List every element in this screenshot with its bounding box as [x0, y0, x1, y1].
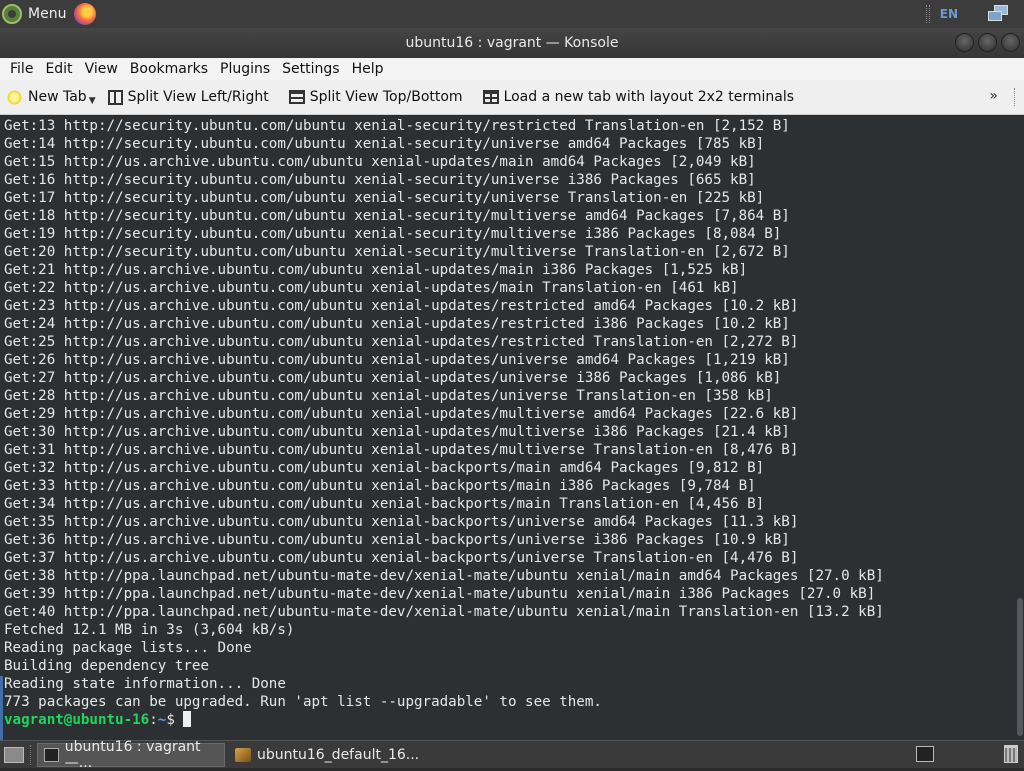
- terminal-line: Get:21 http://us.archive.ubuntu.com/ubun…: [4, 262, 748, 278]
- terminal-line: Get:35 http://us.archive.ubuntu.com/ubun…: [4, 514, 799, 530]
- top-panel: Menu EN: [0, 0, 1024, 28]
- split-top-bottom-label: Split View Top/Bottom: [309, 89, 463, 105]
- terminal-line: Get:40 http://ppa.launchpad.net/ubuntu-m…: [4, 604, 884, 620]
- terminal-line: Get:39 http://ppa.launchpad.net/ubuntu-m…: [4, 586, 876, 602]
- layout-2x2-label: Load a new tab with layout 2x2 terminals: [503, 89, 795, 105]
- terminal-line: Get:32 http://us.archive.ubuntu.com/ubun…: [4, 460, 765, 476]
- terminal-tray-icon[interactable]: [916, 746, 934, 762]
- terminal-prompt-line: vagrant@ubuntu-16:~$: [4, 711, 1024, 729]
- menu-view[interactable]: View: [79, 61, 124, 77]
- terminal-line: Reading package lists... Done: [4, 640, 252, 656]
- terminal-line: Get:27 http://us.archive.ubuntu.com/ubun…: [4, 370, 782, 386]
- terminal-line: Get:22 http://us.archive.ubuntu.com/ubun…: [4, 280, 739, 296]
- toolbar: New Tab ▼ Split View Left/Right Split Vi…: [0, 80, 1024, 115]
- close-button[interactable]: [1001, 33, 1020, 52]
- terminal-line: Fetched 12.1 MB in 3s (3,604 kB/s): [4, 622, 295, 638]
- show-desktop-icon[interactable]: [4, 746, 24, 763]
- terminal-line: Building dependency tree: [4, 658, 209, 674]
- terminal-line: Get:36 http://us.archive.ubuntu.com/ubun…: [4, 532, 790, 548]
- terminal-line: Get:30 http://us.archive.ubuntu.com/ubun…: [4, 424, 790, 440]
- virtualbox-icon: [235, 747, 251, 762]
- terminal-cursor: [183, 711, 192, 727]
- prompt-symbol: $: [166, 712, 184, 728]
- terminal-marker-bar: [0, 676, 3, 740]
- window-title: ubuntu16 : vagrant — Konsole: [405, 35, 619, 51]
- taskbar-separator: [30, 744, 33, 765]
- main-menu-label: Menu: [28, 6, 67, 22]
- terminal-line: Get:16 http://security.ubuntu.com/ubuntu…: [4, 172, 756, 188]
- terminal-line: Get:33 http://us.archive.ubuntu.com/ubun…: [4, 478, 756, 494]
- terminal-line: Get:14 http://security.ubuntu.com/ubuntu…: [4, 136, 765, 152]
- terminal-output[interactable]: Get:13 http://security.ubuntu.com/ubuntu…: [0, 116, 1024, 740]
- terminal-scrollbar[interactable]: [1014, 116, 1024, 740]
- menubar: File Edit View Bookmarks Plugins Setting…: [0, 58, 1024, 80]
- firefox-launcher-icon[interactable]: [74, 3, 97, 25]
- split-view-top-bottom-button[interactable]: Split View Top/Bottom: [288, 89, 463, 105]
- terminal-line: 773 packages can be upgraded. Run 'apt l…: [4, 694, 602, 710]
- terminal-line: Get:26 http://us.archive.ubuntu.com/ubun…: [4, 352, 790, 368]
- toolbar-overflow-icon[interactable]: »: [989, 88, 998, 104]
- menu-help[interactable]: Help: [346, 61, 390, 77]
- konsole-icon: [44, 747, 59, 762]
- menu-settings[interactable]: Settings: [276, 61, 345, 77]
- task-label: ubuntu16 : vagrant —...: [64, 738, 201, 771]
- split-view-left-right-button[interactable]: Split View Left/Right: [107, 89, 269, 105]
- terminal-line: Reading state information... Done: [4, 676, 286, 692]
- terminal-line: Get:25 http://us.archive.ubuntu.com/ubun…: [4, 334, 799, 350]
- terminal-line: Get:28 http://us.archive.ubuntu.com/ubun…: [4, 388, 773, 404]
- split-top-bottom-icon: [288, 90, 305, 104]
- terminal-line: Get:34 http://us.archive.ubuntu.com/ubun…: [4, 496, 765, 512]
- terminal-line: Get:37 http://us.archive.ubuntu.com/ubun…: [4, 550, 799, 566]
- new-tab-icon: [6, 88, 23, 106]
- terminal-line: Get:19 http://security.ubuntu.com/ubuntu…: [4, 226, 782, 242]
- prompt-user-host: vagrant@ubuntu-16: [4, 712, 150, 728]
- terminal-line: Get:18 http://security.ubuntu.com/ubuntu…: [4, 208, 790, 224]
- terminal-line: Get:17 http://security.ubuntu.com/ubuntu…: [4, 190, 765, 206]
- terminal-line: Get:23 http://us.archive.ubuntu.com/ubun…: [4, 298, 799, 314]
- terminal-line: Get:29 http://us.archive.ubuntu.com/ubun…: [4, 406, 799, 422]
- maximize-button[interactable]: [978, 33, 997, 52]
- main-menu-button[interactable]: Menu: [0, 0, 74, 28]
- bottom-panel: ubuntu16 : vagrant —... ubuntu16_default…: [0, 739, 1024, 771]
- terminal-line: Get:38 http://ppa.launchpad.net/ubuntu-m…: [4, 568, 884, 584]
- new-tab-button[interactable]: New Tab ▼: [6, 88, 96, 106]
- menu-bookmarks[interactable]: Bookmarks: [124, 61, 214, 77]
- menu-plugins[interactable]: Plugins: [214, 61, 276, 77]
- panel-separator: [925, 5, 930, 23]
- terminal-line: Get:13 http://security.ubuntu.com/ubuntu…: [4, 118, 790, 134]
- split-left-right-label: Split View Left/Right: [127, 89, 269, 105]
- terminal-lines: Get:13 http://security.ubuntu.com/ubuntu…: [4, 117, 1024, 711]
- split-left-right-icon: [107, 89, 123, 105]
- scrollbar-thumb[interactable]: [1017, 598, 1023, 736]
- task-virtualbox[interactable]: ubuntu16_default_16...: [229, 743, 425, 767]
- chevron-down-icon[interactable]: ▼: [89, 96, 96, 106]
- trash-icon[interactable]: [1004, 745, 1018, 763]
- task-label: ubuntu16_default_16...: [257, 746, 420, 763]
- mate-logo-icon: [2, 4, 22, 24]
- window-titlebar[interactable]: ubuntu16 : vagrant — Konsole: [0, 28, 1024, 58]
- terminal-line: Get:31 http://us.archive.ubuntu.com/ubun…: [4, 442, 799, 458]
- network-icon[interactable]: [988, 5, 1010, 23]
- terminal-line: Get:20 http://security.ubuntu.com/ubuntu…: [4, 244, 790, 260]
- menu-file[interactable]: File: [4, 61, 39, 77]
- minimize-button[interactable]: [955, 33, 974, 52]
- prompt-separator: :: [149, 712, 158, 728]
- keyboard-layout-indicator[interactable]: EN: [940, 7, 958, 21]
- new-tab-label: New Tab: [28, 89, 87, 105]
- menu-edit[interactable]: Edit: [39, 61, 78, 77]
- task-konsole[interactable]: ubuntu16 : vagrant —...: [37, 739, 225, 771]
- panel-tray: EN: [925, 0, 1024, 28]
- toolbar-handle[interactable]: [1014, 88, 1018, 106]
- terminal-line: Get:24 http://us.archive.ubuntu.com/ubun…: [4, 316, 790, 332]
- grid-layout-icon: [482, 90, 499, 104]
- layout-2x2-button[interactable]: Load a new tab with layout 2x2 terminals: [482, 89, 795, 105]
- terminal-line: Get:15 http://us.archive.ubuntu.com/ubun…: [4, 154, 756, 170]
